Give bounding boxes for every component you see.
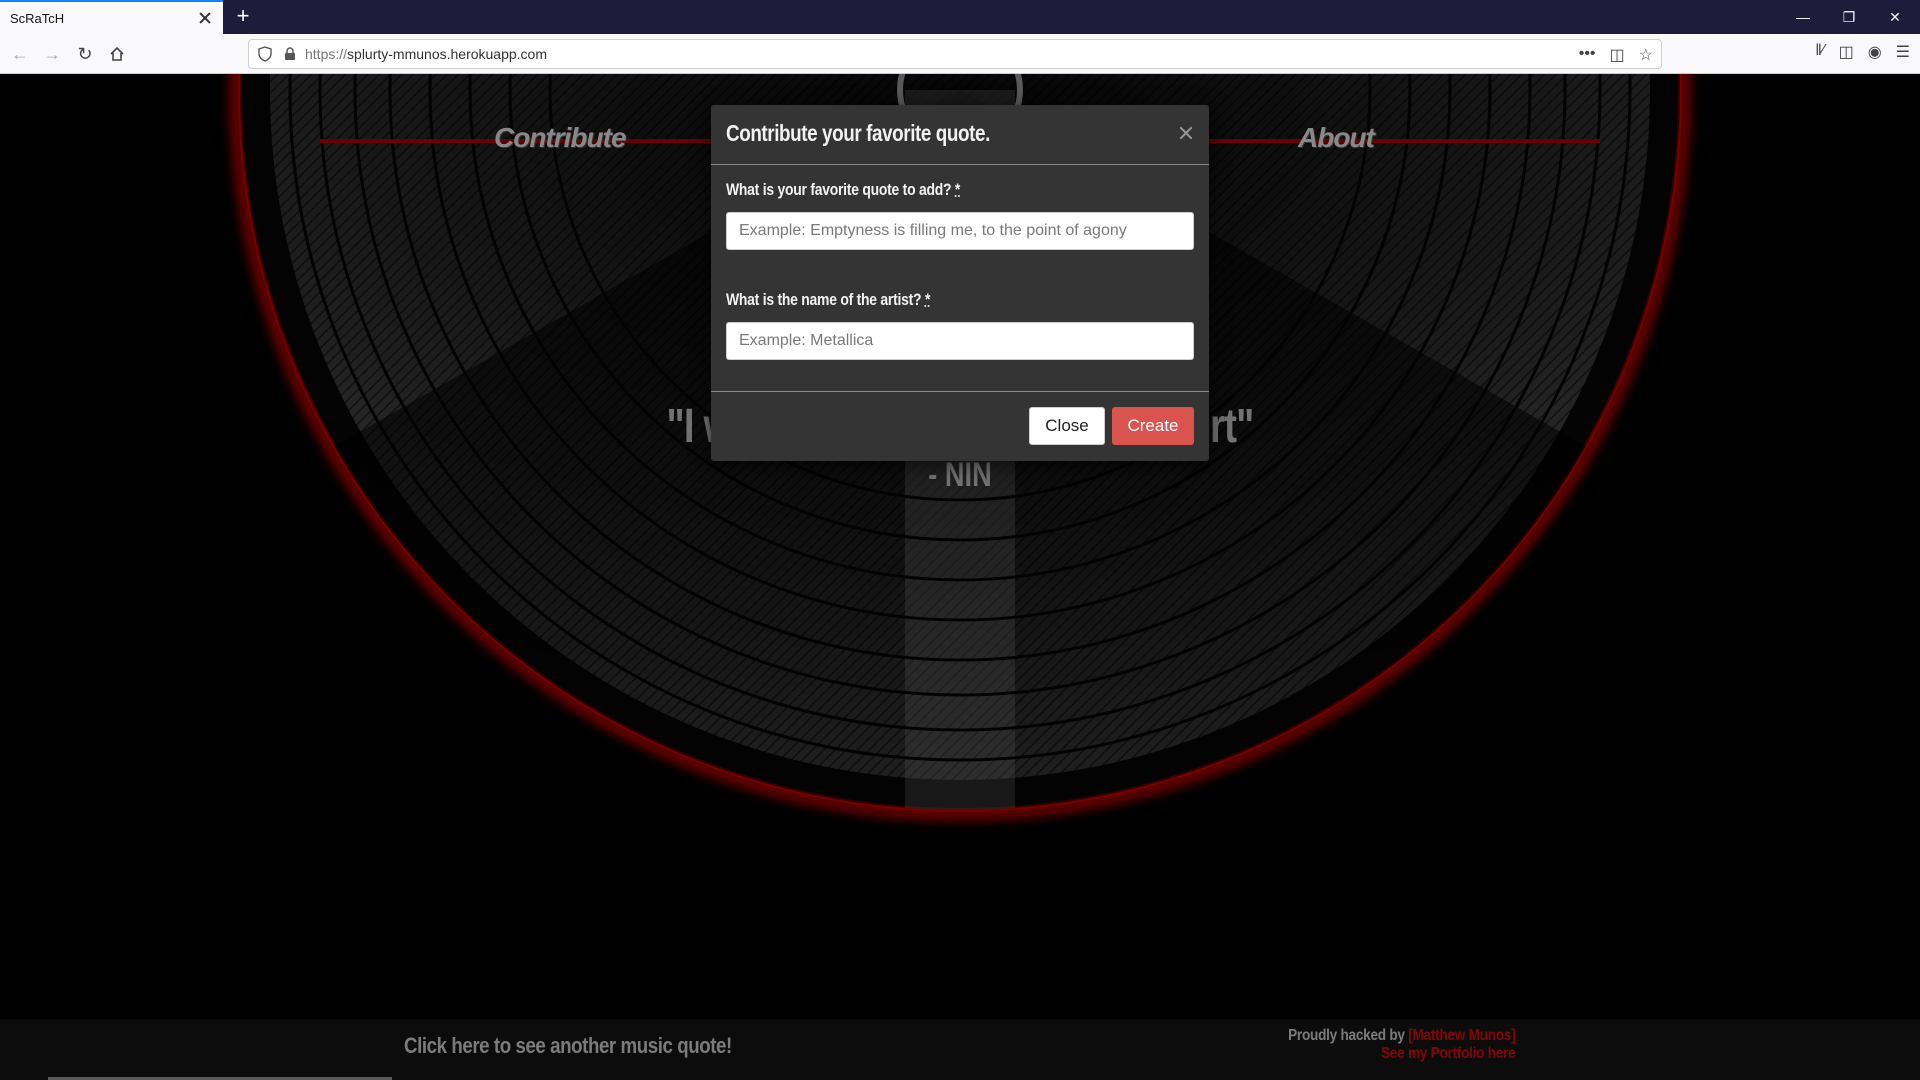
- sidebar-icon[interactable]: ◫: [1839, 42, 1854, 62]
- bookmark-star-icon[interactable]: ☆: [1639, 45, 1653, 65]
- tracking-shield-icon[interactable]: [257, 46, 273, 62]
- account-icon[interactable]: ◉: [1868, 42, 1882, 62]
- library-icon[interactable]: ‖⁄: [1815, 42, 1824, 62]
- home-icon[interactable]: [105, 42, 129, 66]
- url-bar[interactable]: https://splurty-mmunos.herokuapp.com •••…: [248, 39, 1662, 69]
- close-window-icon[interactable]: ✕: [1872, 0, 1918, 34]
- modal-close-icon[interactable]: [1178, 125, 1194, 141]
- forward-icon[interactable]: →: [40, 42, 64, 66]
- quote-field-label: What is your favorite quote to add? *: [726, 180, 961, 199]
- modal-footer: Close Create: [711, 392, 1209, 460]
- page-actions-icon[interactable]: •••: [1579, 45, 1596, 65]
- reload-icon[interactable]: ↻: [73, 42, 97, 66]
- modal-title: Contribute your favorite quote.: [726, 120, 990, 146]
- browser-tab[interactable]: ScRaTcH: [0, 0, 223, 34]
- menu-icon[interactable]: ☰: [1896, 42, 1910, 62]
- tab-close-icon[interactable]: [197, 10, 213, 26]
- browser-toolbar: ← → ↻ https://splurty-mmunos.herokuapp.c…: [0, 34, 1920, 74]
- new-tab-icon[interactable]: +: [232, 5, 254, 28]
- quote-input[interactable]: [726, 212, 1194, 250]
- restore-icon[interactable]: ❐: [1826, 0, 1872, 34]
- artist-field-label: What is the name of the artist? *: [726, 290, 931, 309]
- tab-title: ScRaTcH: [10, 10, 65, 26]
- create-button[interactable]: Create: [1112, 407, 1194, 445]
- required-marker: *: [924, 290, 931, 309]
- artist-input[interactable]: [726, 322, 1194, 360]
- modal-body: What is your favorite quote to add? * Wh…: [711, 165, 1209, 392]
- url-text[interactable]: https://splurty-mmunos.herokuapp.com: [305, 46, 547, 62]
- browser-tab-strip: ScRaTcH + — ❐ ✕: [0, 0, 1920, 34]
- contribute-quote-modal: Contribute your favorite quote. What is …: [711, 105, 1209, 461]
- modal-header: Contribute your favorite quote.: [711, 105, 1209, 165]
- minimize-icon[interactable]: —: [1780, 0, 1826, 34]
- pocket-icon[interactable]: ◫: [1610, 45, 1625, 65]
- close-button[interactable]: Close: [1029, 407, 1105, 445]
- required-marker: *: [954, 180, 961, 199]
- lock-icon[interactable]: [283, 47, 297, 61]
- back-icon[interactable]: ←: [8, 42, 32, 66]
